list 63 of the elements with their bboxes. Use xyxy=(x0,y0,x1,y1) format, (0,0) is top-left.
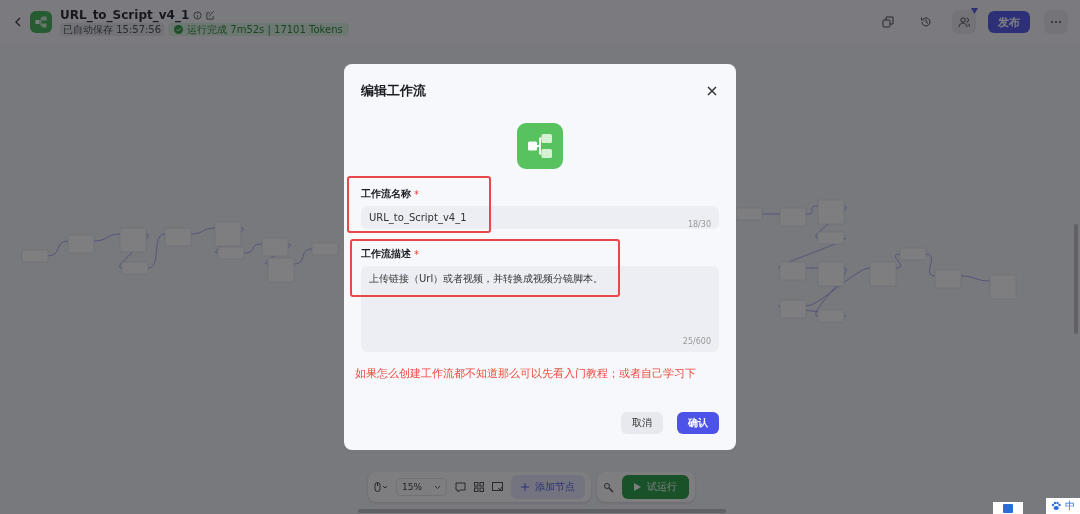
field-label: 工作流描述 xyxy=(361,247,411,261)
connector-line xyxy=(293,248,313,265)
chevron-down-icon xyxy=(434,484,441,490)
play-icon xyxy=(634,483,641,491)
plus-icon xyxy=(521,483,529,491)
workflow-node[interactable] xyxy=(869,261,897,287)
grid-icon[interactable] xyxy=(474,482,484,492)
run-status-badge: 运行完成 7m52s | 17101 Tokens xyxy=(168,23,349,36)
workflow-node[interactable] xyxy=(817,309,845,323)
autosave-label: 已自动保存 15:57:56 xyxy=(60,23,165,36)
connector-line xyxy=(895,253,901,269)
ime-mode: 中 xyxy=(1065,499,1075,513)
workflow-node[interactable] xyxy=(779,261,807,281)
info-icon[interactable] xyxy=(193,10,203,20)
dialog-title: 编辑工作流 xyxy=(361,82,426,100)
workflow-node[interactable] xyxy=(214,221,242,247)
cancel-button[interactable]: 取消 xyxy=(621,412,663,434)
workflow-node[interactable] xyxy=(735,207,763,221)
edit-icon[interactable] xyxy=(206,10,216,20)
workflow-node[interactable] xyxy=(779,299,807,319)
workflow-node[interactable] xyxy=(899,247,927,261)
workflow-node[interactable] xyxy=(779,207,807,227)
workflow-node[interactable] xyxy=(817,231,845,245)
workflow-icon xyxy=(525,131,555,161)
confirm-button[interactable]: 确认 xyxy=(677,412,719,434)
workflow-node[interactable] xyxy=(311,242,339,256)
publish-button[interactable]: 发布 xyxy=(988,11,1030,33)
workflow-node[interactable] xyxy=(67,234,95,254)
comment-icon[interactable] xyxy=(455,481,466,493)
workflow-node[interactable] xyxy=(267,257,295,283)
required-mark: * xyxy=(414,188,419,200)
paw-icon xyxy=(1051,501,1061,511)
workflow-node[interactable] xyxy=(989,274,1017,300)
workflow-title: URL_to_Script_v4_1 xyxy=(60,8,190,22)
users-icon xyxy=(958,16,970,28)
workflow-node[interactable] xyxy=(119,227,147,253)
workflow-node[interactable] xyxy=(934,269,962,289)
annotation-note: 如果怎么创建工作流都不知道那么可以先看入门教程；或者自己学习下 xyxy=(355,366,697,382)
description-field[interactable]: 上传链接（Url）或者视频，并转换成视频分镜脚本。 25/600 xyxy=(361,266,719,352)
back-icon[interactable] xyxy=(14,17,22,27)
ime-indicator[interactable]: 中 xyxy=(1046,498,1080,514)
connector-line xyxy=(925,253,936,277)
minimap-icon[interactable] xyxy=(492,482,503,492)
mouse-icon[interactable] xyxy=(374,482,388,492)
required-mark: * xyxy=(414,248,419,260)
workflow-node[interactable] xyxy=(121,261,149,275)
connector-line xyxy=(47,240,69,257)
workflow-node[interactable] xyxy=(164,227,192,247)
workflow-node[interactable] xyxy=(817,261,845,287)
connector-line xyxy=(960,275,991,282)
field-label: 工作流名称 xyxy=(361,187,411,201)
name-field[interactable]: URL_to_Script_v4_1 18/30 xyxy=(361,206,719,229)
collaborators-button[interactable] xyxy=(952,10,976,34)
tray-icon xyxy=(993,502,1023,514)
workflow-node[interactable] xyxy=(261,237,289,257)
close-icon[interactable] xyxy=(705,84,719,98)
workflow-node[interactable] xyxy=(21,249,49,263)
workflow-node[interactable] xyxy=(817,199,845,225)
zoom-select[interactable]: 15% xyxy=(396,478,447,496)
check-circle-icon xyxy=(174,25,184,34)
more-icon[interactable] xyxy=(1044,10,1068,34)
workflow-node[interactable] xyxy=(217,246,245,260)
badge-icon xyxy=(971,8,978,14)
